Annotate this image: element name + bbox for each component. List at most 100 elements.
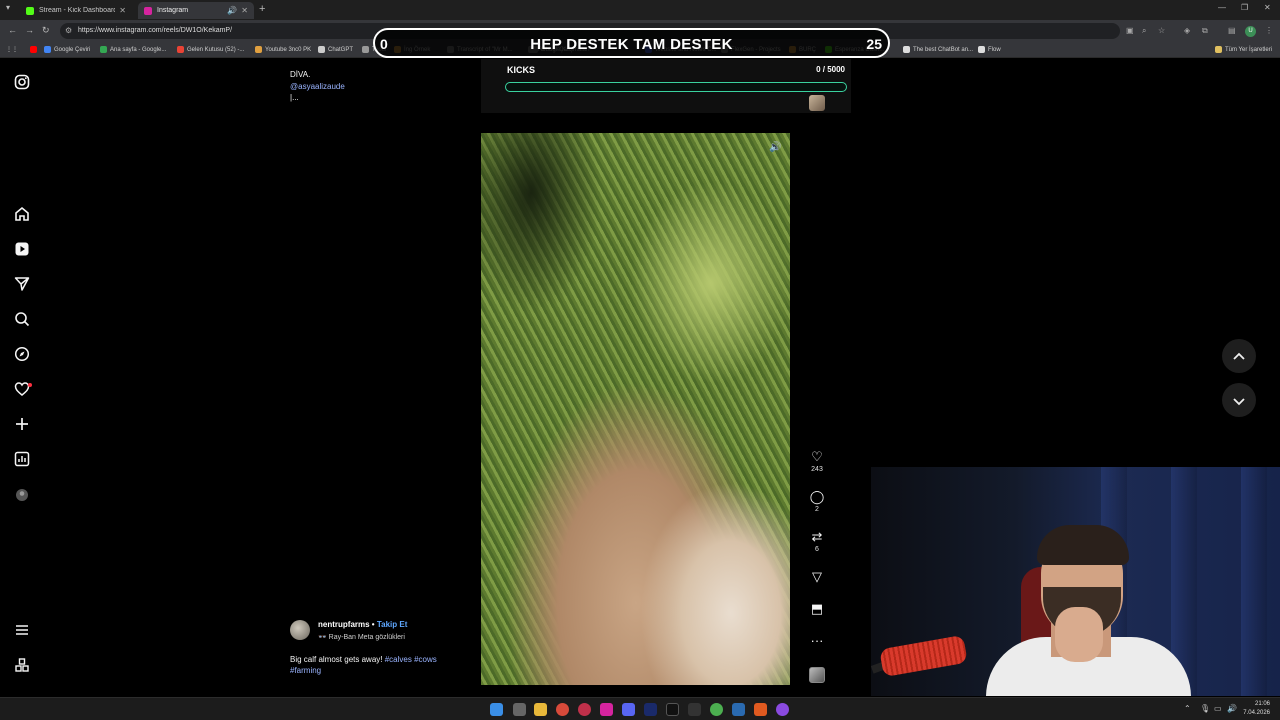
close-tab-icon[interactable]: ✕	[119, 6, 126, 15]
separator-dot: •	[371, 620, 375, 629]
poster-username[interactable]: nentrupfarms	[318, 620, 370, 629]
new-tab-icon[interactable]: +	[259, 3, 265, 15]
speaker-icon[interactable]: 🔊	[227, 6, 237, 15]
streamer-webcam	[871, 467, 1280, 696]
repost-button[interactable]: ⇄ 6	[806, 529, 828, 553]
poster-avatar[interactable]	[290, 620, 310, 640]
menu-kebab-icon[interactable]: ⋮	[1265, 26, 1273, 35]
like-button[interactable]: ♡ 243	[806, 449, 828, 473]
all-bookmarks[interactable]: Tüm Yer İşaretleri	[1215, 46, 1272, 53]
minimize-icon[interactable]: —	[1218, 3, 1226, 12]
photoshop-icon[interactable]	[644, 703, 657, 716]
steam-icon[interactable]	[732, 703, 745, 716]
tiktok-icon[interactable]	[666, 703, 679, 716]
reels-icon[interactable]	[13, 241, 31, 259]
bookmark-item[interactable]: Ana sayfa - Google...	[100, 46, 166, 53]
home-icon[interactable]	[13, 206, 31, 224]
kicks-label: KICKS	[507, 65, 536, 75]
dashboard-chart-icon	[14, 451, 30, 467]
clock-time[interactable]: 21:06	[1238, 701, 1270, 707]
chrome-icon[interactable]	[710, 703, 723, 716]
apps-grid-icon[interactable]: ⋮⋮	[6, 46, 18, 53]
streamer-hand	[1055, 607, 1103, 662]
more-options-button[interactable]: ···	[806, 633, 828, 649]
reel-video[interactable]	[481, 133, 790, 685]
previous-reel-button[interactable]	[1222, 339, 1256, 373]
instagram-app-icon[interactable]	[600, 703, 613, 716]
bookmark-label: Gelen Kutusu (52) -...	[187, 46, 245, 53]
capcut-icon[interactable]	[688, 703, 701, 716]
youtube-bookmark-icon[interactable]	[30, 46, 40, 53]
microphone-tray-icon[interactable]: 🎙	[1200, 704, 1210, 713]
reload-icon[interactable]: ↻	[42, 25, 50, 36]
poster-header: nentrupfarms • Takip Et	[318, 620, 407, 629]
extensions-puzzle-icon[interactable]: ⧉	[1202, 26, 1208, 36]
bookmark-item[interactable]: Google Çeviri	[44, 46, 90, 53]
share-button[interactable]: ▽	[806, 569, 828, 585]
zoom-icon[interactable]: ⌕	[1142, 26, 1146, 36]
opera-icon[interactable]	[578, 703, 591, 716]
close-window-icon[interactable]: ✕	[1264, 3, 1271, 12]
post-caption: Big calf almost gets away! #calves #cows…	[290, 654, 465, 676]
profile-avatar-icon[interactable]	[13, 487, 31, 505]
bookmark-item[interactable]: ChatGPT	[318, 46, 353, 53]
reels-icon	[15, 242, 29, 256]
also-from-meta-icon[interactable]	[13, 657, 31, 675]
profile-avatar[interactable]: U	[1245, 26, 1256, 37]
more-menu-icon[interactable]	[13, 622, 31, 640]
save-button[interactable]: ⬒	[806, 601, 828, 617]
install-app-icon[interactable]: ▣	[1126, 26, 1134, 35]
explore-compass-icon[interactable]	[13, 346, 31, 364]
bookmark-item[interactable]: Flow	[978, 46, 1001, 53]
extension-icon[interactable]: ◈	[1184, 26, 1190, 35]
file-explorer-icon[interactable]	[534, 703, 547, 716]
profile-avatar-icon	[16, 489, 28, 501]
close-tab-icon[interactable]: ✕	[241, 6, 248, 15]
bookmark-item[interactable]: Gelen Kutusu (52) -...	[177, 46, 244, 53]
bookmark-favicon-icon	[362, 46, 369, 53]
discord-icon[interactable]	[622, 703, 635, 716]
bookmark-favicon-icon	[177, 46, 184, 53]
network-icon[interactable]: ▭	[1214, 704, 1222, 713]
tray-chevron-icon[interactable]: ⌃	[1184, 704, 1191, 713]
tab-kick-dashboard[interactable]: Stream - Kick Dashboard ✕	[20, 2, 132, 19]
comment-button[interactable]: ◯ 2	[806, 489, 828, 513]
create-plus-icon[interactable]	[13, 416, 31, 434]
banner-right-value: 25	[866, 36, 882, 52]
tab-instagram[interactable]: Instagram 🔊 ✕	[138, 2, 254, 19]
audio-on-icon[interactable]: 🔊	[769, 142, 781, 153]
caption-text: Big calf almost gets away!	[290, 655, 383, 664]
post-device-subline: 👓 Ray-Ban Meta gözlükleri	[318, 634, 405, 641]
maximize-icon[interactable]: ❐	[1241, 3, 1248, 12]
bookmark-star-icon[interactable]: ☆	[1158, 26, 1165, 35]
instagram-favicon-icon	[144, 6, 152, 15]
bookmark-label: ChatGPT	[328, 46, 354, 53]
direct-messages-icon[interactable]	[13, 276, 31, 294]
app-icon[interactable]	[556, 703, 569, 716]
site-info-icon[interactable]: ⚙	[65, 26, 72, 35]
app-icon[interactable]	[754, 703, 767, 716]
start-windows-icon[interactable]	[490, 703, 503, 716]
forward-icon[interactable]: →	[25, 25, 34, 35]
tab-search-icon[interactable]: ▾	[6, 3, 10, 12]
heart-icon: ♡	[811, 449, 823, 464]
bookmark-item[interactable]: Youtube 3nc0 PK	[255, 46, 311, 53]
mention-link[interactable]: @asyaalizaude	[290, 82, 345, 91]
bookmark-label: Ana sayfa - Google...	[110, 46, 167, 53]
previous-audio-thumbnail[interactable]	[809, 95, 825, 111]
back-icon[interactable]: ←	[8, 25, 17, 35]
bookmark-favicon-icon	[318, 46, 325, 53]
obs-icon[interactable]	[776, 703, 789, 716]
task-view-icon[interactable]	[513, 703, 526, 716]
clock-date[interactable]: 7.04.2026	[1236, 710, 1270, 716]
home-icon	[15, 206, 29, 221]
next-reel-button[interactable]	[1222, 383, 1256, 417]
instagram-logo-icon[interactable]	[13, 74, 31, 92]
search-icon[interactable]	[13, 311, 31, 329]
dashboard-chart-icon[interactable]	[13, 451, 31, 469]
sidebar-icon[interactable]: ▤	[1228, 26, 1236, 35]
original-audio-thumbnail[interactable]	[809, 667, 825, 683]
follow-button[interactable]: Takip Et	[377, 620, 408, 629]
url-text[interactable]: https://www.instagram.com/reels/DW1O/Kek…	[78, 27, 232, 34]
bookmark-item[interactable]: The best ChatBot an...	[903, 46, 973, 53]
